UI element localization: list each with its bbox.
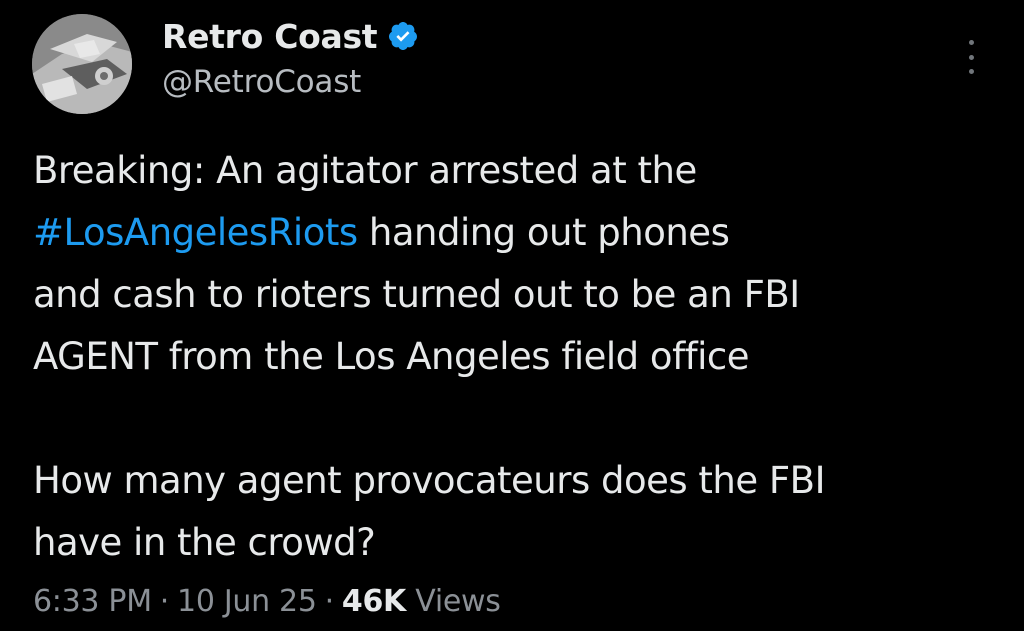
tweet-time[interactable]: 6:33 PM (33, 584, 152, 619)
tweet-text: Breaking: An agitator arrested at the #L… (33, 140, 993, 574)
more-dot (968, 69, 974, 74)
tweet-text-line: AGENT from the Los Angeles field office (33, 335, 750, 378)
tweet-text-line: #LosAngelesRiots handing out phones (33, 202, 993, 264)
more-dot (968, 54, 974, 60)
meta-separator: · (159, 584, 170, 619)
car-photo-avatar (32, 14, 132, 114)
more-options-icon[interactable] (964, 40, 978, 74)
tweet-text-line: have in the crowd? (33, 521, 376, 564)
hashtag-link[interactable]: #LosAngelesRiots (33, 211, 358, 254)
author-display-name[interactable]: Retro Coast (162, 17, 378, 56)
tweet-text-line: and cash to rioters turned out to be an … (33, 273, 800, 316)
tweet-date[interactable]: 10 Jun 25 (177, 584, 317, 619)
verified-badge-icon (387, 20, 419, 52)
meta-separator: · (324, 584, 335, 619)
author-handle[interactable]: @RetroCoast (162, 64, 419, 100)
views-label: Views (415, 584, 501, 619)
tweet-meta: 6:33 PM · 10 Jun 25 · 46K Views (33, 584, 501, 619)
avatar[interactable] (32, 14, 132, 114)
author-name-row: Retro Coast (162, 14, 419, 58)
tweet: Retro Coast @RetroCoast Breaking: An agi… (0, 0, 1024, 631)
tweet-text-line: How many agent provocateurs does the FBI (33, 459, 825, 502)
more-dot (968, 40, 974, 45)
tweet-text-line: Breaking: An agitator arrested at the (33, 149, 697, 192)
author-block: Retro Coast @RetroCoast (162, 14, 419, 100)
tweet-text-fragment: handing out phones (357, 211, 730, 254)
views-count[interactable]: 46K (342, 584, 406, 619)
